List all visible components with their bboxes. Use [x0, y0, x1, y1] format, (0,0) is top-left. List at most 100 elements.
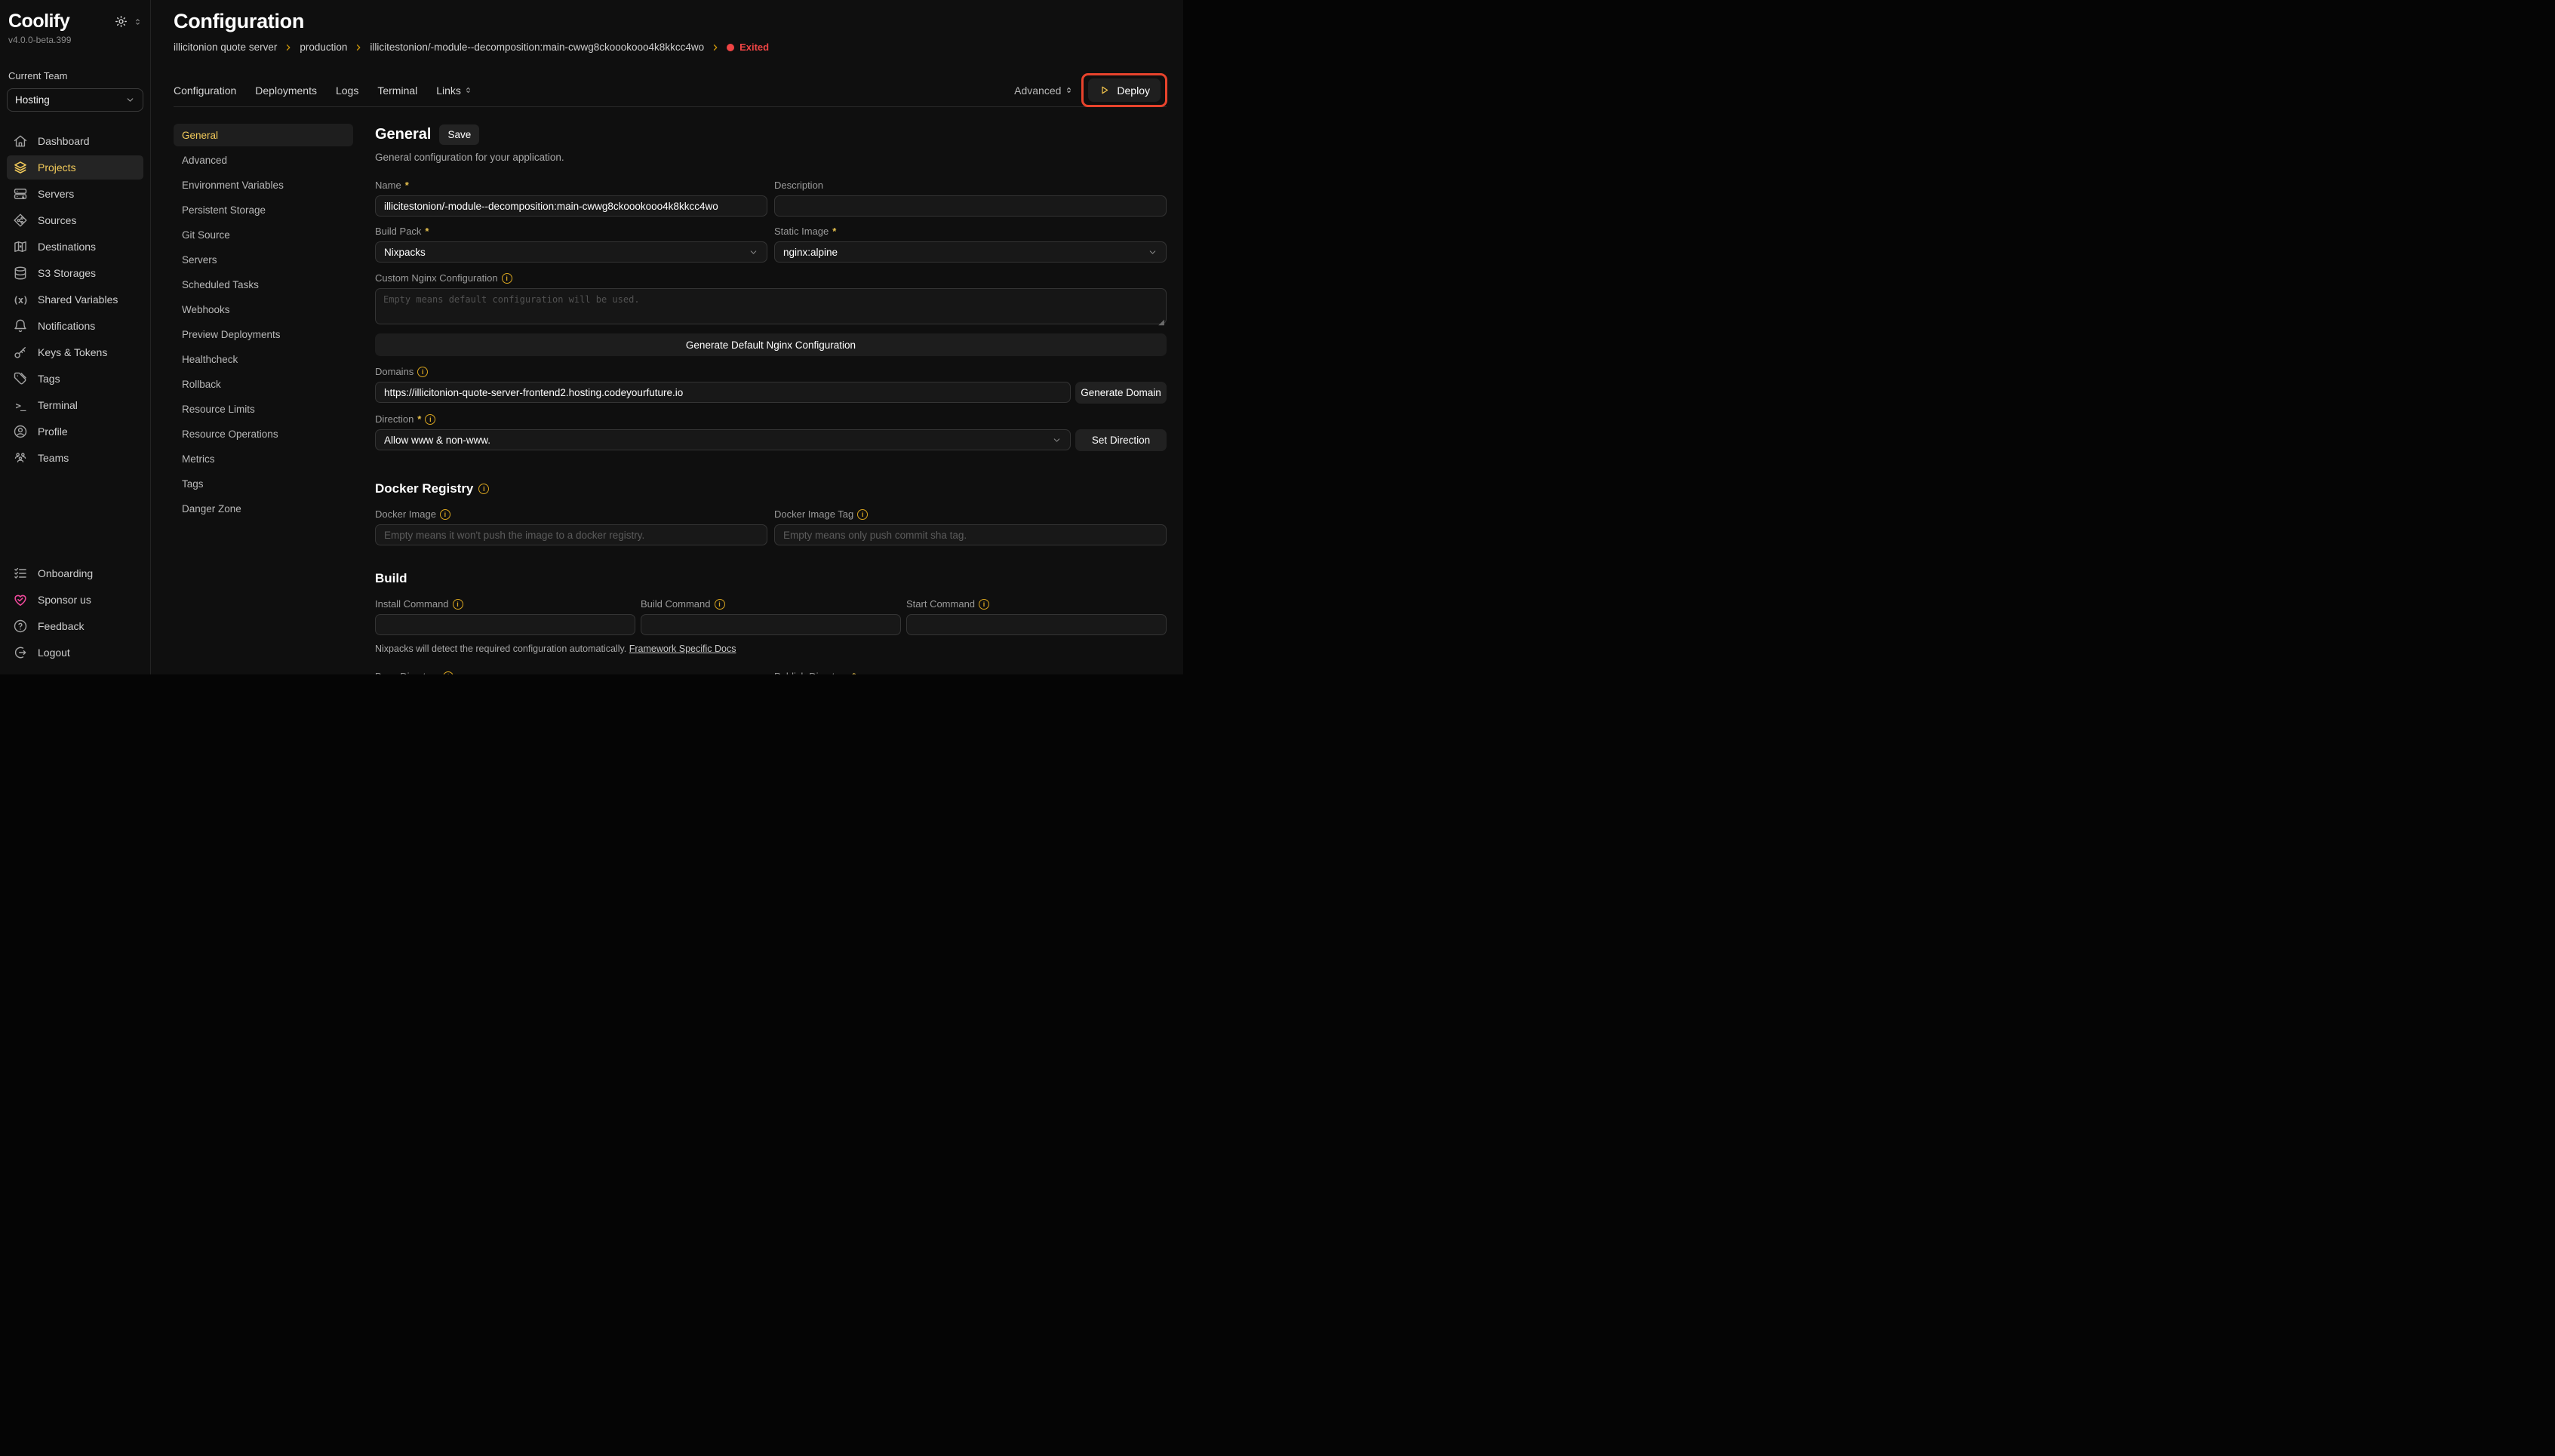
deploy-button[interactable]: Deploy	[1088, 78, 1161, 102]
start-command-input[interactable]	[906, 614, 1167, 635]
build-pack-select[interactable]: Nixpacks	[375, 241, 767, 263]
subnav-item-rollback[interactable]: Rollback	[174, 373, 353, 395]
subnav-item-git-source[interactable]: Git Source	[174, 223, 353, 246]
subnav-item-environment-variables[interactable]: Environment Variables	[174, 174, 353, 196]
info-icon[interactable]: i	[857, 509, 868, 520]
set-direction-button[interactable]: Set Direction	[1075, 429, 1167, 451]
tab-links[interactable]: Links	[436, 84, 472, 97]
sidebar-item-label: Sponsor us	[38, 594, 91, 606]
static-image-value: nginx:alpine	[783, 247, 838, 258]
direction-select[interactable]: Allow www & non-www.	[375, 429, 1071, 450]
settings-subnav: General Advanced Environment Variables P…	[174, 124, 353, 674]
section-heading-docker-registry: Docker Registry i	[375, 481, 1167, 496]
current-team-label: Current Team	[8, 70, 142, 81]
docker-image-tag-label: Docker Image Tag i	[774, 508, 1167, 520]
subnav-item-servers[interactable]: Servers	[174, 248, 353, 271]
sidebar-item-keys-tokens[interactable]: Keys & Tokens	[7, 340, 143, 364]
tab-logs[interactable]: Logs	[336, 84, 358, 97]
sidebar-item-label: Notifications	[38, 320, 95, 332]
tab-terminal[interactable]: Terminal	[377, 84, 417, 97]
sidebar-item-sources[interactable]: Sources	[7, 208, 143, 232]
layers-icon	[13, 160, 28, 175]
sidebar-item-terminal[interactable]: >_ Terminal	[7, 393, 143, 417]
generate-domain-button[interactable]: Generate Domain	[1075, 382, 1167, 404]
docker-image-tag-input[interactable]	[774, 524, 1167, 545]
subnav-item-resource-limits[interactable]: Resource Limits	[174, 398, 353, 420]
name-input[interactable]	[375, 195, 767, 217]
build-pack-label: Build Pack*	[375, 226, 767, 237]
play-icon	[1099, 84, 1110, 96]
install-command-input[interactable]	[375, 614, 635, 635]
breadcrumb-application[interactable]: illicitestonion/-module--decomposition:m…	[370, 41, 704, 53]
info-icon[interactable]: i	[715, 599, 725, 610]
sidebar-item-projects[interactable]: Projects	[7, 155, 143, 180]
subnav-item-metrics[interactable]: Metrics	[174, 447, 353, 470]
info-icon[interactable]: i	[443, 671, 454, 675]
subnav-item-healthcheck[interactable]: Healthcheck	[174, 348, 353, 370]
users-icon	[13, 450, 28, 465]
deploy-label: Deploy	[1117, 84, 1150, 97]
required-marker: *	[832, 226, 836, 237]
docker-image-input[interactable]	[375, 524, 767, 545]
description-label: Description	[774, 180, 1167, 191]
sidebar-item-logout[interactable]: Logout	[7, 640, 143, 665]
chevron-down-icon	[1148, 247, 1158, 257]
info-icon[interactable]: i	[478, 484, 489, 494]
sidebar-item-onboarding[interactable]: Onboarding	[7, 561, 143, 585]
sidebar-item-teams[interactable]: Teams	[7, 446, 143, 470]
framework-docs-link[interactable]: Framework Specific Docs	[629, 644, 736, 654]
direction-label: Direction* i	[375, 413, 1167, 425]
tabs-bar: Configuration Deployments Logs Terminal …	[174, 74, 1167, 107]
subnav-item-danger-zone[interactable]: Danger Zone	[174, 497, 353, 520]
info-icon[interactable]: i	[979, 599, 989, 610]
sidebar-item-label: Keys & Tokens	[38, 346, 107, 358]
subnav-item-tags[interactable]: Tags	[174, 472, 353, 495]
sidebar-item-dashboard[interactable]: Dashboard	[7, 129, 143, 153]
status-badge: Exited	[727, 41, 769, 53]
breadcrumb-project[interactable]: illicitonion quote server	[174, 41, 277, 53]
subnav-item-scheduled-tasks[interactable]: Scheduled Tasks	[174, 273, 353, 296]
sidebar-footer: Onboarding Sponsor us Feedback Logout	[7, 561, 143, 667]
subnav-item-advanced[interactable]: Advanced	[174, 149, 353, 171]
home-icon	[13, 134, 28, 149]
sidebar-item-s3-storages[interactable]: S3 Storages	[7, 261, 143, 285]
breadcrumb-environment[interactable]: production	[300, 41, 347, 53]
sidebar-item-destinations[interactable]: Destinations	[7, 235, 143, 259]
advanced-menu[interactable]: Advanced	[1014, 84, 1073, 97]
info-icon[interactable]: i	[502, 273, 512, 284]
static-image-select[interactable]: nginx:alpine	[774, 241, 1167, 263]
theme-sun-icon[interactable]	[115, 15, 128, 28]
info-icon[interactable]: i	[440, 509, 450, 520]
sidebar-item-tags[interactable]: Tags	[7, 367, 143, 391]
checklist-icon	[13, 566, 28, 581]
subnav-item-webhooks[interactable]: Webhooks	[174, 298, 353, 321]
sidebar-item-feedback[interactable]: Feedback	[7, 614, 143, 638]
sidebar-item-servers[interactable]: Servers	[7, 182, 143, 206]
build-command-input[interactable]	[641, 614, 901, 635]
info-icon[interactable]: i	[453, 599, 463, 610]
domains-input[interactable]	[375, 382, 1071, 403]
sidebar-item-profile[interactable]: Profile	[7, 419, 143, 444]
custom-nginx-textarea[interactable]	[375, 288, 1167, 324]
team-select[interactable]: Hosting	[7, 88, 143, 112]
subnav-item-resource-operations[interactable]: Resource Operations	[174, 422, 353, 445]
subnav-item-preview-deployments[interactable]: Preview Deployments	[174, 323, 353, 346]
sidebar-item-sponsor-us[interactable]: Sponsor us	[7, 588, 143, 612]
subnav-item-persistent-storage[interactable]: Persistent Storage	[174, 198, 353, 221]
tab-configuration[interactable]: Configuration	[174, 84, 236, 97]
info-icon[interactable]: i	[425, 414, 435, 425]
description-input[interactable]	[774, 195, 1167, 217]
variable-icon: (x)	[13, 292, 28, 307]
subnav-item-general[interactable]: General	[174, 124, 353, 146]
brand-logo: Coolify	[8, 11, 69, 32]
key-icon	[13, 345, 28, 360]
info-icon[interactable]: i	[417, 367, 428, 377]
sidebar-item-label: Profile	[38, 425, 68, 438]
sidebar-item-shared-variables[interactable]: (x) Shared Variables	[7, 287, 143, 312]
sidebar-item-notifications[interactable]: Notifications	[7, 314, 143, 338]
tab-deployments[interactable]: Deployments	[255, 84, 317, 97]
generate-nginx-config-button[interactable]: Generate Default Nginx Configuration	[375, 333, 1167, 356]
chevron-right-icon	[711, 43, 720, 52]
save-button[interactable]: Save	[439, 124, 479, 145]
theme-switcher-caret-icon[interactable]	[134, 17, 142, 27]
